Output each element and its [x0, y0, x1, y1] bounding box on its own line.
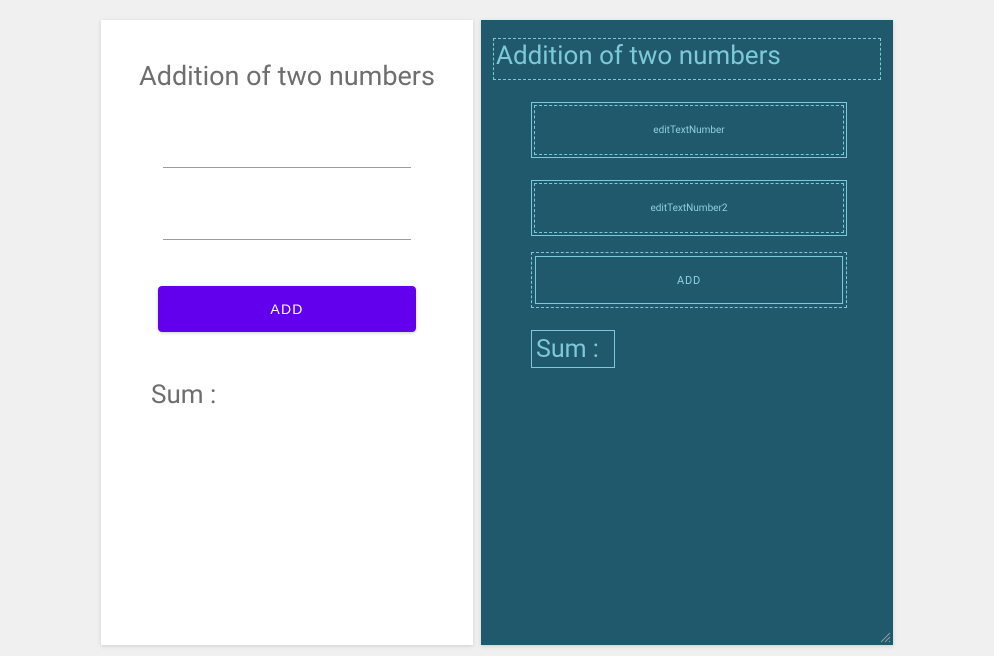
blueprint-input-1-id: editTextNumber [534, 105, 844, 155]
add-button[interactable]: ADD [158, 286, 416, 332]
number-input-1[interactable] [163, 142, 411, 168]
resize-handle-icon[interactable] [879, 631, 891, 643]
design-preview-frame: Addition of two numbers ADD Sum : [101, 20, 473, 645]
title-text: Addition of two numbers [101, 60, 473, 92]
blueprint-frame: Addition of two numbers editTextNumber e… [481, 20, 893, 645]
blueprint-sum-label[interactable]: Sum : [531, 330, 615, 368]
blueprint-add-button[interactable]: ADD [531, 252, 847, 308]
sum-output-label: Sum : [151, 380, 473, 410]
blueprint-input-1[interactable]: editTextNumber [531, 102, 847, 158]
blueprint-input-2-id: editTextNumber2 [534, 183, 844, 233]
blueprint-input-2[interactable]: editTextNumber2 [531, 180, 847, 236]
blueprint-title[interactable]: Addition of two numbers [493, 38, 881, 80]
blueprint-add-button-label: ADD [535, 256, 843, 304]
number-input-2[interactable] [163, 214, 411, 240]
